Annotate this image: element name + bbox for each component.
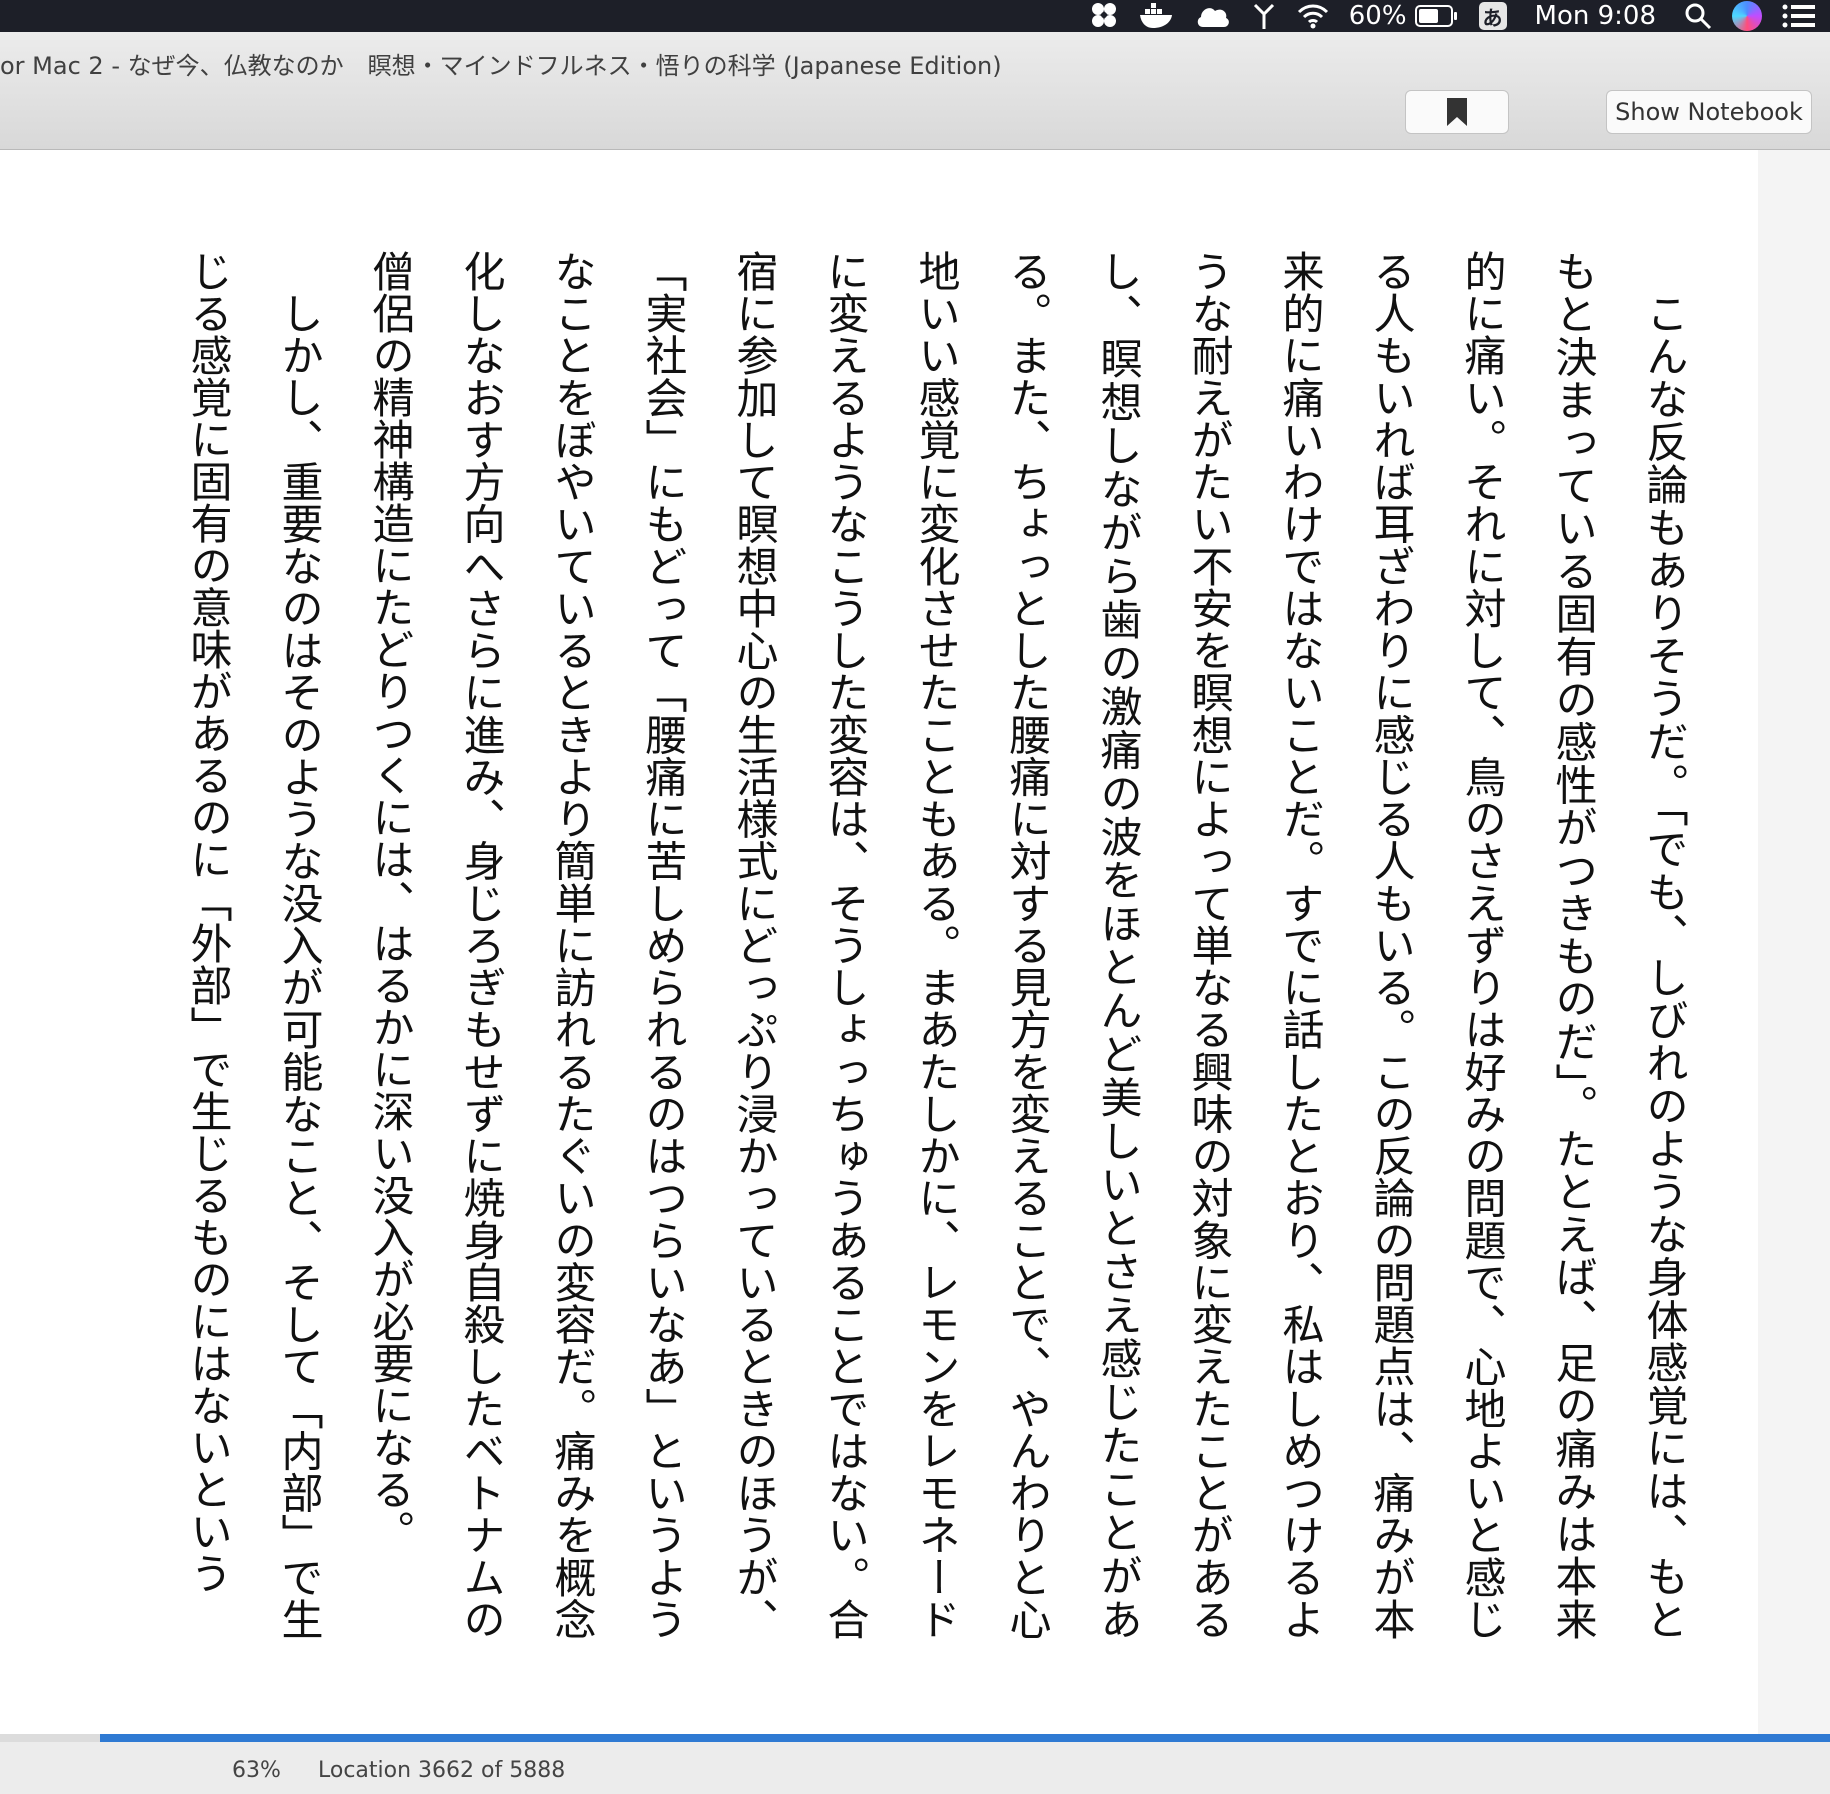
wifi-icon[interactable] <box>1297 0 1329 32</box>
antenna-icon[interactable] <box>1251 0 1277 32</box>
menu-bar: 60% あ Mon 9:08 <box>0 0 1830 32</box>
dropbox-icon[interactable] <box>1089 0 1119 32</box>
bookmark-button[interactable] <box>1405 90 1509 134</box>
bookmark-icon <box>1447 98 1467 126</box>
battery-icon[interactable] <box>1414 0 1459 32</box>
book-paragraph-2: しかし、重要なのはそのような没入が可能なこと、そして「内部」で生じる感覚に固有の… <box>184 250 324 1640</box>
notification-center-icon[interactable] <box>1782 0 1816 32</box>
page-margin <box>1758 150 1830 1734</box>
progress-percent: 63% <box>232 1758 281 1783</box>
menubar-clock[interactable]: Mon 9:08 <box>1535 0 1656 32</box>
spotlight-search-icon[interactable] <box>1684 0 1712 32</box>
battery-percent: 60% <box>1348 1 1407 31</box>
book-page[interactable]: こんな反論もありそうだ。「でも、しびれのような身体感覚には、もともと決まっている… <box>0 150 1758 1734</box>
location-indicator: Location 3662 of 5888 <box>318 1758 566 1783</box>
input-method-icon[interactable]: あ <box>1478 0 1507 32</box>
input-method-label: あ <box>1478 2 1507 30</box>
show-notebook-button[interactable]: Show Notebook <box>1606 90 1812 134</box>
siri-icon[interactable] <box>1732 0 1762 32</box>
docker-icon[interactable] <box>1139 0 1175 32</box>
book-paragraph-1: こんな反論もありそうだ。「でも、しびれのような身体感覚には、もともと決まっている… <box>366 250 1689 1640</box>
window-title-bar: or Mac 2 - なぜ今、仏教なのか 瞑想・マインドフルネス・悟りの科学 (… <box>0 32 1830 150</box>
status-footer: 63% Location 3662 of 5888 <box>0 1742 1830 1794</box>
reading-progress-bar[interactable] <box>0 1734 1830 1742</box>
cloud-icon[interactable] <box>1195 0 1231 32</box>
book-text: こんな反論もありそうだ。「でも、しびれのような身体感覚には、もともと決まっている… <box>0 250 1710 1640</box>
reading-progress-fill <box>100 1734 1830 1742</box>
window-title: or Mac 2 - なぜ今、仏教なのか 瞑想・マインドフルネス・悟りの科学 (… <box>0 52 1002 80</box>
